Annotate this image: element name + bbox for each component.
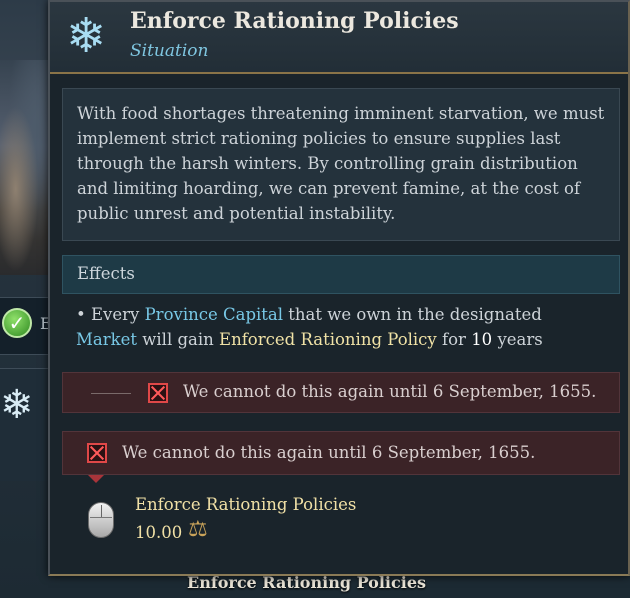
effect-text: years xyxy=(497,330,543,349)
situation-description: With food shortages threatening imminent… xyxy=(62,88,620,241)
situation-illustration xyxy=(0,60,52,275)
effect-text: will gain xyxy=(142,330,214,349)
action-cost: 10.00 xyxy=(135,523,183,542)
situation-tooltip: ❄ Enforce Rationing Policies Situation W… xyxy=(48,0,630,576)
divider xyxy=(91,393,131,394)
snowflake-icon[interactable]: ❄ xyxy=(0,385,34,425)
failed-requirement-icon xyxy=(148,383,168,403)
mouse-icon xyxy=(88,502,114,538)
effect-text: for xyxy=(442,330,466,349)
effects-heading: Effects xyxy=(62,255,620,294)
tooltip-title: Enforce Rationing Policies xyxy=(130,8,459,34)
balance-scale-icon: ⚖ xyxy=(188,517,208,542)
failed-requirement-icon xyxy=(87,443,107,463)
triangle-down-icon xyxy=(88,475,104,483)
requirement-text: We cannot do this again until 6 Septembe… xyxy=(183,382,597,401)
requirement-row: We cannot do this again until 6 Septembe… xyxy=(62,372,620,413)
tooltip-header: ❄ Enforce Rationing Policies Situation xyxy=(50,2,628,74)
action-label: Enforce Rationing Policies xyxy=(135,495,357,514)
modifier-link[interactable]: Enforced Rationing Policy xyxy=(219,330,437,349)
check-icon[interactable]: ✓ xyxy=(2,308,32,338)
market-link[interactable]: Market xyxy=(76,330,137,349)
effect-text: that we own in the designated xyxy=(288,305,542,324)
action-section: Enforce Rationing Policies 10.00 ⚖ xyxy=(62,488,620,558)
province-capital-link[interactable]: Province Capital xyxy=(145,305,283,324)
effect-line: • Every Province Capital that we own in … xyxy=(62,294,620,357)
snowflake-icon: ❄ xyxy=(66,8,107,64)
duration-value: 10 xyxy=(471,330,493,349)
effect-text: Every xyxy=(90,305,140,324)
bullet: • xyxy=(76,305,86,324)
requirement-row: We cannot do this again until 6 Septembe… xyxy=(62,431,620,475)
requirement-text: We cannot do this again until 6 Septembe… xyxy=(122,443,536,462)
tooltip-subtitle: Situation xyxy=(130,41,209,61)
